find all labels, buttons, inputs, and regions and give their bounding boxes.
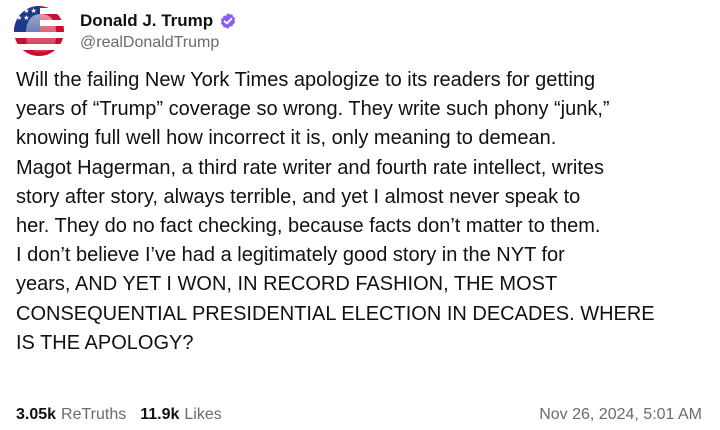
retruths-count: 3.05k	[16, 406, 57, 423]
name-row: Donald J. Trump	[80, 11, 237, 31]
author-handle[interactable]: @realDonaldTrump	[80, 34, 237, 52]
retruths-label: ReTruths	[61, 406, 127, 423]
avatar-portrait	[26, 14, 56, 52]
likes-count: 11.9k	[140, 406, 180, 423]
author-block: Donald J. Trump @realDonaldTrump	[80, 11, 237, 52]
post-footer: 3.05k ReTruths 11.9k Likes Nov 26, 2024,…	[16, 406, 702, 424]
post-text: Will the failing New York Times apologiz…	[16, 69, 655, 354]
likes-stat[interactable]: 11.9k Likes	[140, 406, 222, 424]
truth-post: ★★★ ★★ Donald J. Trump @realDonaldTrump W…	[0, 0, 720, 430]
likes-label: Likes	[184, 406, 222, 423]
retruths-stat[interactable]: 3.05k ReTruths	[16, 406, 126, 424]
author-display-name[interactable]: Donald J. Trump	[80, 11, 213, 31]
avatar[interactable]: ★★★ ★★	[14, 6, 64, 56]
post-header: ★★★ ★★ Donald J. Trump @realDonaldTrump	[14, 0, 237, 62]
verified-badge-icon	[221, 12, 236, 29]
post-timestamp[interactable]: Nov 26, 2024, 5:01 AM	[539, 406, 702, 424]
